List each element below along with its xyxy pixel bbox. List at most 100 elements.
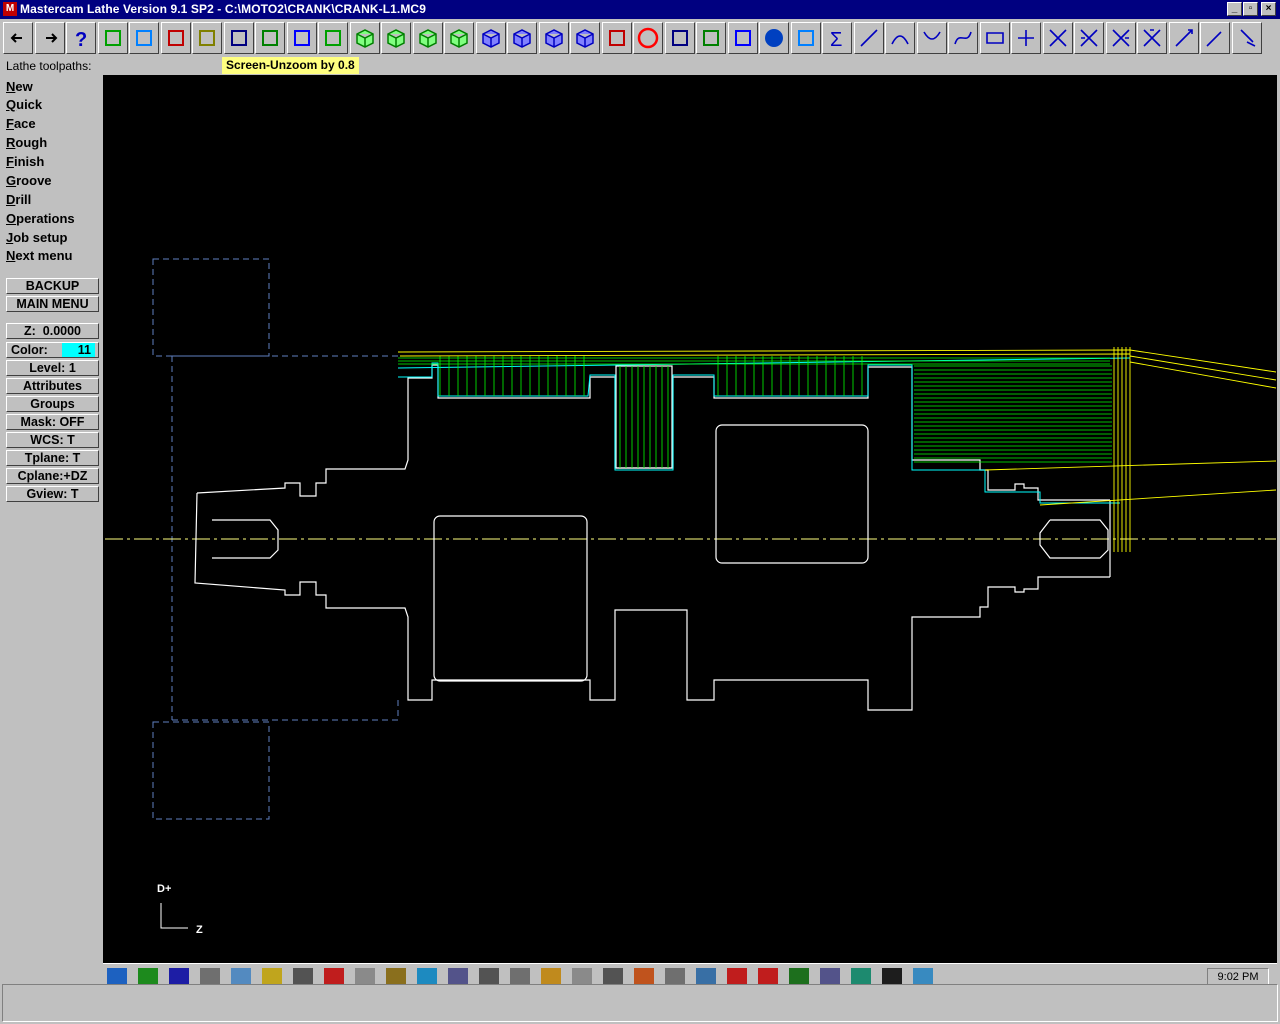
green-app-icon[interactable] [789, 968, 809, 984]
groups-button[interactable]: Groups [6, 396, 99, 412]
keyboard-icon[interactable] [293, 968, 313, 984]
pin-icon[interactable] [479, 968, 499, 984]
flag-icon[interactable] [727, 968, 747, 984]
undo-button[interactable] [727, 22, 758, 54]
sum-button[interactable]: Σ [822, 22, 852, 54]
network-icon[interactable] [324, 968, 344, 984]
view-front-button[interactable] [412, 22, 443, 54]
axis-label-d: D+ [157, 883, 171, 895]
zoom-window-button[interactable] [160, 22, 191, 54]
zoom-fit-button[interactable] [223, 22, 254, 54]
red-app-icon[interactable] [758, 968, 778, 984]
menu-item-next-menu[interactable]: Next menu [6, 248, 72, 263]
rectangle-button[interactable] [979, 22, 1010, 54]
view-cube-3-button[interactable] [538, 22, 569, 54]
line-tool-icon[interactable] [510, 968, 530, 984]
sphere-button[interactable] [759, 22, 789, 54]
view-cube-button[interactable] [475, 22, 506, 54]
menu-item-new[interactable]: New [6, 79, 33, 94]
globe-icon[interactable] [417, 968, 437, 984]
wcs-button[interactable]: WCS: T [6, 432, 99, 448]
window-icon[interactable] [231, 968, 251, 984]
grid-icon[interactable] [851, 968, 871, 984]
main-menu-button[interactable]: MAIN MENU [6, 296, 99, 312]
menu-item-drill[interactable]: Drill [6, 192, 31, 207]
toolpath-cyan [397, 357, 1131, 504]
menu-item-job-setup[interactable]: Job setup [6, 230, 67, 245]
photo-icon[interactable] [665, 968, 685, 984]
puzzle-icon[interactable] [355, 968, 375, 984]
join-button[interactable] [1105, 22, 1136, 54]
backup-button[interactable]: BACKUP [6, 278, 99, 294]
search-icon[interactable] [386, 968, 406, 984]
attributes-button[interactable]: Attributes [6, 378, 99, 394]
pan-button[interactable] [255, 22, 285, 54]
calculator-button[interactable] [97, 22, 128, 54]
tplane-button[interactable]: Tplane: T [6, 450, 99, 466]
graphics-viewport[interactable]: D+ Z [103, 75, 1277, 963]
separator-icon[interactable] [572, 968, 592, 984]
line-angle-icon [1174, 29, 1193, 47]
break-button[interactable] [1074, 22, 1104, 54]
paint-icon[interactable] [634, 968, 654, 984]
view-side-button[interactable] [444, 22, 474, 54]
menu-item-face[interactable]: Face [6, 116, 36, 131]
unzoom-button[interactable] [192, 22, 222, 54]
document-icon[interactable] [448, 968, 468, 984]
help-button[interactable]: ? [66, 22, 96, 54]
mask-button[interactable]: Mask: OFF [6, 414, 99, 430]
z-depth-button[interactable]: Z: 0.0000 [6, 323, 99, 339]
excel-icon[interactable] [138, 968, 158, 984]
view-top-button[interactable] [381, 22, 411, 54]
zoom-select-button[interactable] [286, 22, 317, 54]
menu-item-finish[interactable]: Finish [6, 154, 44, 169]
settings-icon[interactable] [200, 968, 220, 984]
arrow-right-icon [45, 33, 57, 43]
menu-item-quick[interactable]: Quick [6, 97, 42, 112]
point-button[interactable] [1011, 22, 1041, 54]
view-cube-icon [481, 29, 500, 48]
camera-icon[interactable] [603, 968, 623, 984]
arrow-left-button[interactable] [3, 22, 33, 54]
fillet-button[interactable] [916, 22, 947, 54]
mail-icon[interactable] [541, 968, 561, 984]
translate-button[interactable] [696, 22, 726, 54]
line-angle-button[interactable] [1168, 22, 1199, 54]
analyze-button[interactable] [129, 22, 159, 54]
arc-button[interactable] [885, 22, 915, 54]
tool-button[interactable] [1231, 22, 1262, 54]
chart-icon[interactable] [696, 968, 716, 984]
minimize-button[interactable]: _ [1227, 2, 1242, 16]
level-button[interactable]: Level: 1 [6, 360, 99, 376]
view-iso-button[interactable] [349, 22, 380, 54]
word-icon[interactable] [169, 968, 189, 984]
transform-button[interactable] [664, 22, 695, 54]
rotate-button[interactable] [318, 22, 348, 54]
arrow-right-button[interactable] [34, 22, 65, 54]
extend-button[interactable] [1137, 22, 1167, 54]
trim-button[interactable] [1042, 22, 1073, 54]
line-button[interactable] [853, 22, 884, 54]
close-button[interactable]: × [1261, 2, 1276, 16]
maximize-button[interactable]: ▫ [1243, 2, 1258, 16]
browser-icon[interactable] [107, 968, 127, 984]
pad-icon[interactable] [913, 968, 933, 984]
menu-item-groove[interactable]: Groove [6, 173, 52, 188]
cplane-button[interactable]: Cplane:+DZ [6, 468, 99, 484]
mastercam-app-icon[interactable]: M [3, 2, 17, 16]
fillet-icon [922, 31, 941, 40]
view-cube-4-button[interactable] [570, 22, 600, 54]
spline-button[interactable] [948, 22, 978, 54]
gview-button[interactable]: Gview: T [6, 486, 99, 502]
no-delete-button[interactable] [633, 22, 663, 54]
eraser-button[interactable] [601, 22, 632, 54]
menu-item-rough[interactable]: Rough [6, 135, 47, 150]
color-button[interactable]: Color: 11 [6, 342, 99, 358]
menu-item-operations[interactable]: Operations [6, 211, 75, 226]
copy-button[interactable] [790, 22, 821, 54]
console-icon[interactable] [882, 968, 902, 984]
calc-icon[interactable] [820, 968, 840, 984]
view-cube-2-button[interactable] [507, 22, 537, 54]
drill-button[interactable] [1200, 22, 1230, 54]
folder-icon[interactable] [262, 968, 282, 984]
